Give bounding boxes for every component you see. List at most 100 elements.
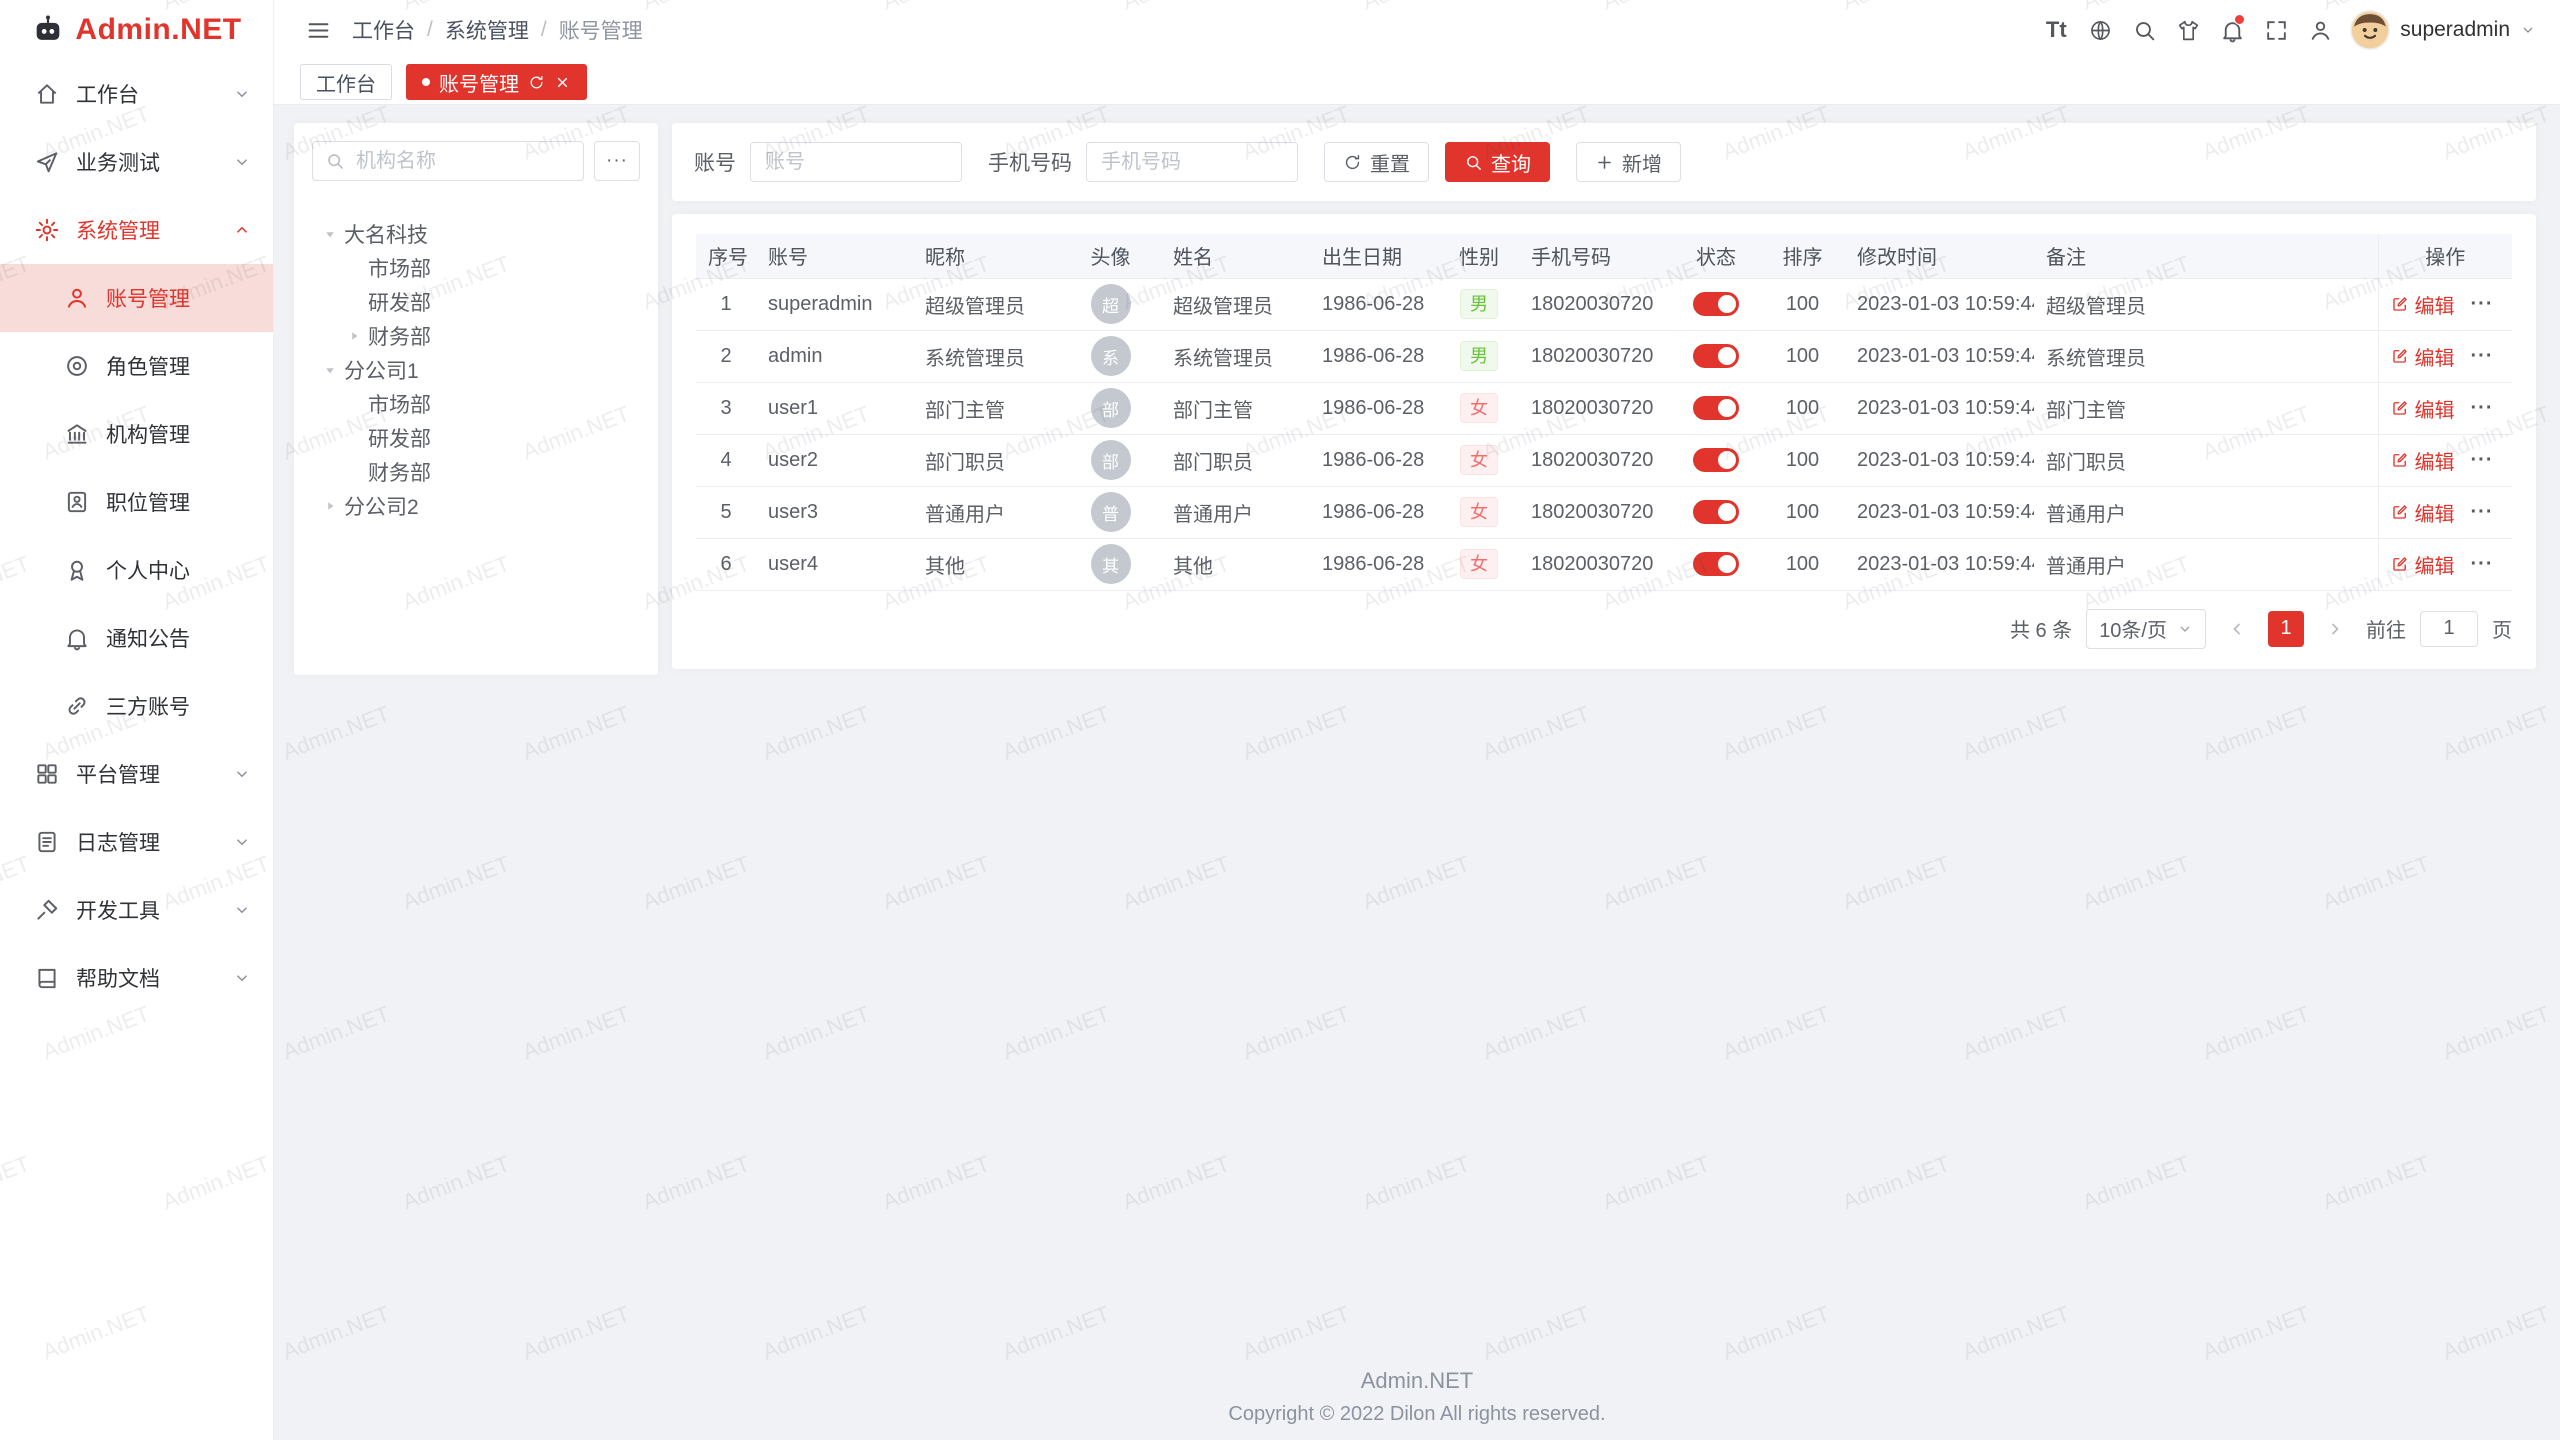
cell-operation: 编辑 ··· (2378, 382, 2512, 434)
status-toggle[interactable] (1693, 448, 1739, 472)
tree-more-button[interactable]: ··· (594, 141, 640, 181)
footer-brand: Admin.NET (274, 1368, 2560, 1394)
goto-label: 前往 (2366, 614, 2406, 643)
content-column: 账号 手机号码 重置 查询 新增 序号账号昵称头像姓名出生日期性别手机号码状态排… (672, 123, 2536, 669)
tree-node-研发部[interactable]: 研发部 (312, 421, 640, 455)
sidebar-menu: 工作台业务测试系统管理账号管理角色管理机构管理职位管理个人中心通知公告三方账号平… (0, 60, 273, 1012)
tree-node-label: 大名科技 (344, 219, 428, 249)
sidebar-item-帮助文档[interactable]: 帮助文档 (0, 944, 273, 1012)
goto-page-input[interactable] (2420, 611, 2478, 647)
edit-label: 编辑 (2415, 498, 2455, 527)
breadcrumb-item[interactable]: 工作台 (352, 15, 415, 45)
theme-shirt-icon[interactable] (2166, 0, 2210, 60)
caret-right-icon[interactable] (342, 324, 366, 348)
tree-node-分公司1[interactable]: 分公司1 (312, 353, 640, 387)
tree-node-财务部[interactable]: 财务部 (312, 455, 640, 489)
caret-right-icon[interactable] (318, 494, 342, 518)
cell-nickname: 系统管理员 (913, 330, 1060, 382)
tab-工作台[interactable]: 工作台 (300, 64, 392, 100)
edit-button[interactable]: 编辑 (2391, 394, 2455, 423)
gender-badge: 女 (1460, 393, 1498, 424)
row-more-button[interactable]: ··· (2471, 397, 2494, 419)
org-search-input[interactable] (354, 149, 571, 174)
edit-button[interactable]: 编辑 (2391, 550, 2455, 579)
top-header: 工作台/系统管理/账号管理 Tt superadmin (274, 0, 2560, 60)
reset-button[interactable]: 重置 (1324, 142, 1429, 182)
font-size-button[interactable]: Tt (2034, 0, 2078, 60)
tree-node-财务部[interactable]: 财务部 (312, 319, 640, 353)
sidebar-item-系统管理[interactable]: 系统管理 (0, 196, 273, 264)
caret-down-icon[interactable] (318, 358, 342, 382)
cell-name: 部门职员 (1161, 434, 1310, 486)
user-outline-icon[interactable] (2298, 0, 2342, 60)
sidebar-subitem-机构管理[interactable]: 机构管理 (0, 400, 273, 468)
tree-node-市场部[interactable]: 市场部 (312, 387, 640, 421)
col-header-账号: 账号 (756, 234, 913, 278)
status-toggle[interactable] (1693, 552, 1739, 576)
row-more-button[interactable]: ··· (2471, 449, 2494, 471)
edit-button[interactable]: 编辑 (2391, 446, 2455, 475)
cell-name: 部门主管 (1161, 382, 1310, 434)
cell-index: 2 (696, 330, 756, 382)
cell-account: admin (756, 330, 913, 382)
edit-button[interactable]: 编辑 (2391, 290, 2455, 319)
edit-button[interactable]: 编辑 (2391, 498, 2455, 527)
search-icon[interactable] (2122, 0, 2166, 60)
sidebar-subitem-三方账号[interactable]: 三方账号 (0, 672, 273, 740)
sidebar-subitem-账号管理[interactable]: 账号管理 (0, 264, 273, 332)
account-input[interactable] (750, 142, 962, 182)
cell-nickname: 普通用户 (913, 486, 1060, 538)
globe-icon[interactable] (2078, 0, 2122, 60)
cell-order: 100 (1760, 330, 1845, 382)
sidebar-subitem-通知公告[interactable]: 通知公告 (0, 604, 273, 672)
page-size-select[interactable]: 10条/页 (2086, 609, 2206, 649)
breadcrumb-item: 账号管理 (559, 15, 643, 45)
app-logo[interactable]: Admin.NET (0, 0, 273, 60)
sidebar-item-日志管理[interactable]: 日志管理 (0, 808, 273, 876)
sidebar-item-开发工具[interactable]: 开发工具 (0, 876, 273, 944)
col-header-修改时间: 修改时间 (1845, 234, 2034, 278)
tree-node-大名科技[interactable]: 大名科技 (312, 217, 640, 251)
fullscreen-icon[interactable] (2254, 0, 2298, 60)
row-more-button[interactable]: ··· (2471, 293, 2494, 315)
user-menu[interactable]: superadmin (2350, 10, 2536, 50)
query-button[interactable]: 查询 (1445, 142, 1550, 182)
cell-modified: 2023-01-03 10:59:44 (1845, 382, 2034, 434)
tree-node-分公司2[interactable]: 分公司2 (312, 489, 640, 523)
notification-bell-icon[interactable] (2210, 0, 2254, 60)
sidebar-subitem-角色管理[interactable]: 角色管理 (0, 332, 273, 400)
prev-page-button[interactable] (2220, 611, 2254, 647)
status-toggle[interactable] (1693, 396, 1739, 420)
cell-modified: 2023-01-03 10:59:44 (1845, 538, 2034, 590)
edit-button[interactable]: 编辑 (2391, 342, 2455, 371)
row-more-button[interactable]: ··· (2471, 501, 2494, 523)
tree-node-研发部[interactable]: 研发部 (312, 285, 640, 319)
row-more-button[interactable]: ··· (2471, 553, 2494, 575)
username: superadmin (2400, 18, 2510, 42)
cell-gender: 女 (1439, 434, 1519, 486)
status-toggle[interactable] (1693, 292, 1739, 316)
tree-node-市场部[interactable]: 市场部 (312, 251, 640, 285)
breadcrumb-item[interactable]: 系统管理 (445, 15, 529, 45)
sidebar-subitem-个人中心[interactable]: 个人中心 (0, 536, 273, 604)
tab-账号管理[interactable]: 账号管理 (406, 64, 587, 100)
status-toggle[interactable] (1693, 344, 1739, 368)
accounts-table: 序号账号昵称头像姓名出生日期性别手机号码状态排序修改时间备注操作 1supera… (696, 234, 2512, 591)
phone-input[interactable] (1086, 142, 1298, 182)
sidebar-item-平台管理[interactable]: 平台管理 (0, 740, 273, 808)
phone-label: 手机号码 (988, 147, 1072, 177)
cell-account: user3 (756, 486, 913, 538)
row-more-button[interactable]: ··· (2471, 345, 2494, 367)
caret-down-icon[interactable] (318, 222, 342, 246)
current-page[interactable]: 1 (2268, 611, 2304, 647)
sidebar-item-业务测试[interactable]: 业务测试 (0, 128, 273, 196)
submenu-item-label: 机构管理 (106, 419, 273, 449)
tab-close-icon[interactable] (554, 74, 571, 91)
log-icon (34, 829, 60, 855)
sidebar-item-工作台[interactable]: 工作台 (0, 60, 273, 128)
add-button[interactable]: 新增 (1576, 142, 1681, 182)
hamburger-icon[interactable] (296, 0, 340, 60)
next-page-button[interactable] (2318, 611, 2352, 647)
sidebar-subitem-职位管理[interactable]: 职位管理 (0, 468, 273, 536)
status-toggle[interactable] (1693, 500, 1739, 524)
